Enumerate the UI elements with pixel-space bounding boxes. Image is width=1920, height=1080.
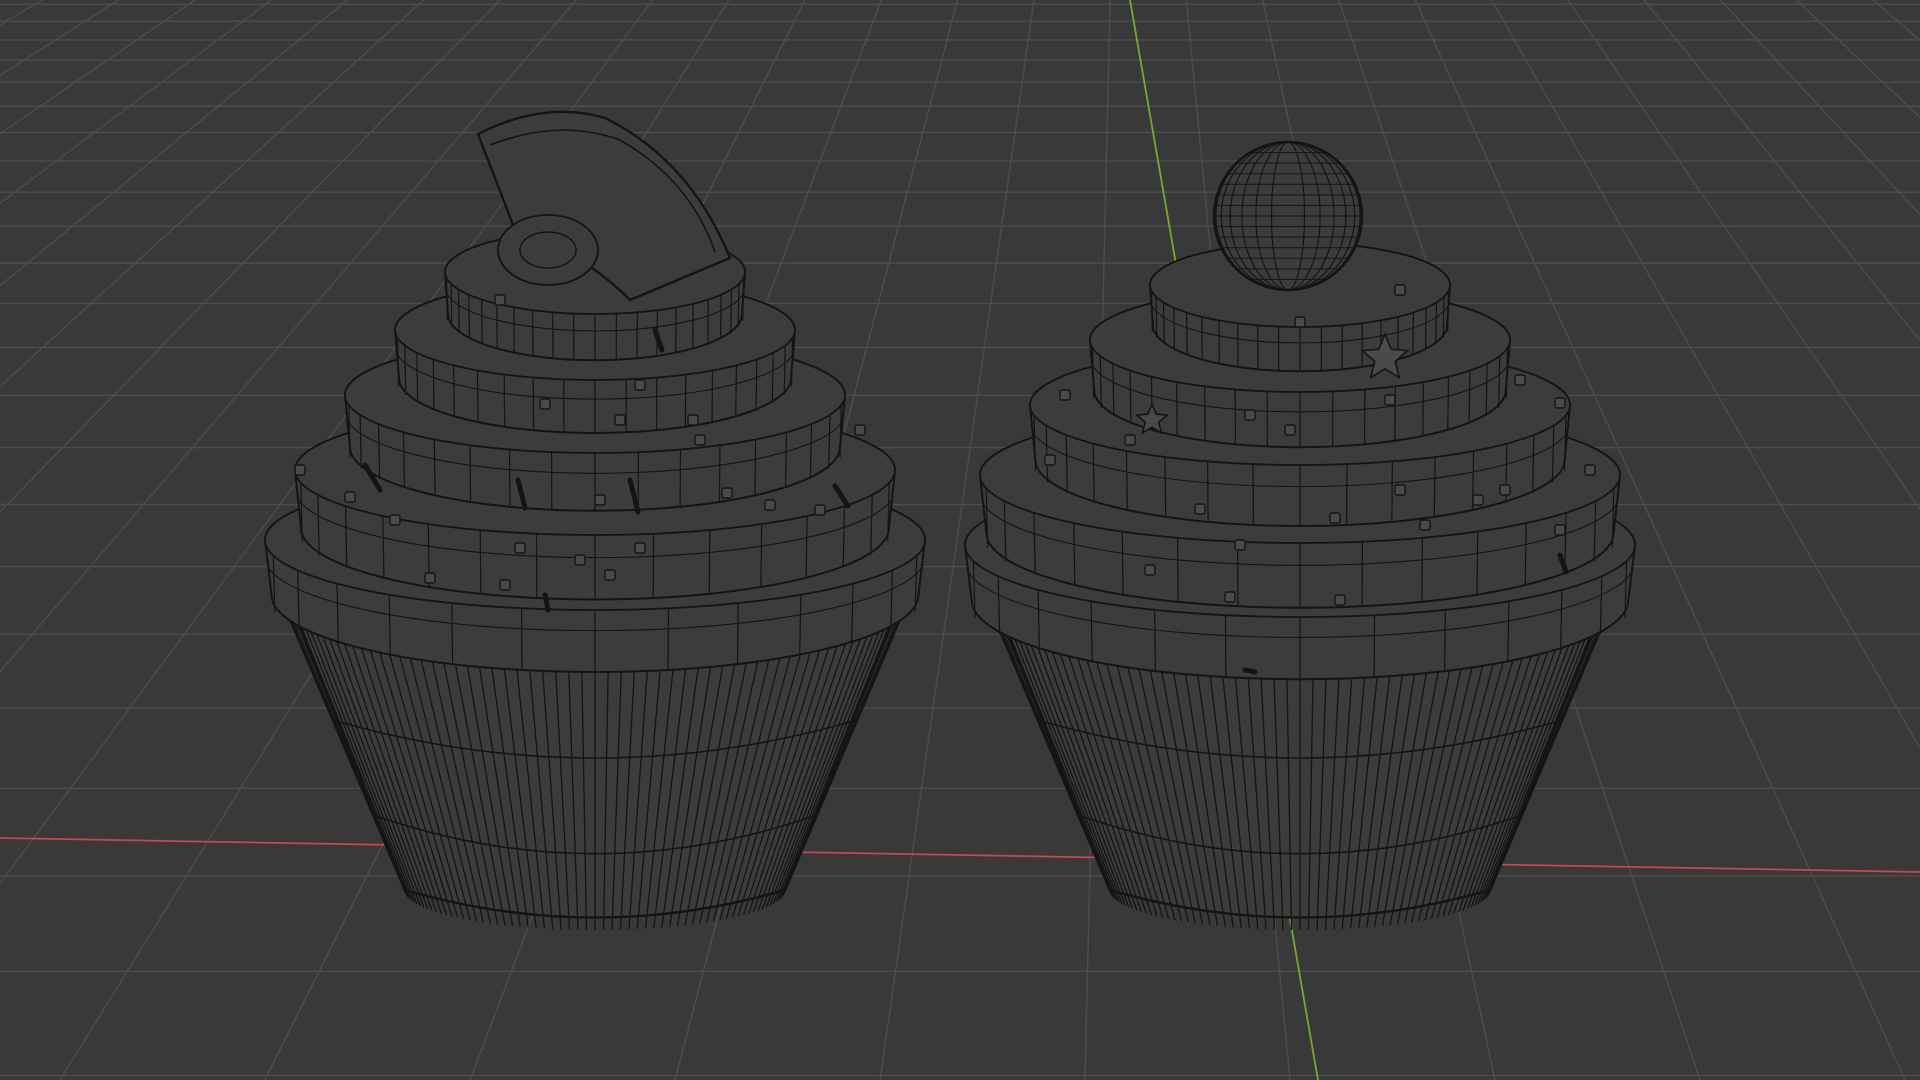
frosting-edge [1186, 312, 1188, 356]
frosting-edge [1447, 290, 1450, 332]
frosting-swirl-tip [497, 214, 599, 286]
frosting-edge [1433, 456, 1436, 518]
sprinkle [1144, 564, 1156, 576]
frosting-edge [432, 359, 435, 411]
sprinkle [764, 499, 776, 511]
frosting-edge [735, 365, 738, 417]
frosting-edge [476, 370, 479, 423]
sprinkle [854, 424, 866, 436]
sprinkle [594, 494, 606, 506]
sprinkle [1499, 484, 1511, 496]
sprinkle [634, 379, 646, 391]
frosting-edge [1162, 302, 1165, 345]
frosting-edge [711, 370, 714, 423]
frosting-edge [1155, 296, 1158, 339]
frosting-edge [1173, 307, 1176, 350]
sprinkle [499, 579, 511, 591]
sprinkle [574, 554, 586, 566]
frosting-edge [1176, 537, 1179, 603]
sprinkle [1329, 512, 1341, 524]
frosting-edge [481, 299, 483, 345]
frosting-edge [755, 359, 758, 411]
frosting-edge [457, 289, 460, 334]
frosting-edge [760, 524, 763, 588]
sprinkle-rod [542, 592, 551, 613]
sprinkle [604, 569, 616, 581]
sphere-topper [1212, 140, 1364, 292]
frosting-edge [451, 603, 454, 665]
sprinkle [389, 514, 401, 526]
frosting-edge [737, 283, 740, 328]
sprinkle [344, 491, 356, 503]
frosting-edge [708, 530, 711, 595]
sprinkle [1472, 494, 1484, 506]
sprinkle [1234, 539, 1246, 551]
sprinkle [1419, 519, 1431, 531]
frosting-edge [719, 294, 722, 339]
sprinkle [634, 542, 646, 554]
frosting-edge [1129, 370, 1132, 424]
sprinkle [1394, 284, 1406, 296]
frosting-edge [479, 530, 482, 595]
sprinkle [1584, 464, 1596, 476]
sprinkle [687, 414, 699, 426]
frosting-edge [433, 439, 436, 496]
sprinkle [814, 504, 826, 516]
sprinkle [1384, 394, 1396, 406]
sprinkle [1554, 397, 1566, 409]
sprinkle [514, 542, 526, 554]
frosting-edge [468, 294, 471, 339]
frosting-edge [452, 365, 455, 417]
frosting-edge [445, 277, 448, 321]
frosting-edge [1468, 370, 1471, 424]
sprinkle [694, 434, 706, 446]
sprinkle [539, 398, 551, 410]
frosting-edge [730, 289, 733, 334]
frosting-edge [1442, 296, 1445, 339]
sprinkle [294, 464, 306, 476]
frosting-edge [1435, 302, 1438, 345]
sprinkle [1194, 503, 1206, 515]
frosting-edge [707, 299, 709, 345]
frosting-edge [1175, 382, 1178, 437]
sprinkle [424, 572, 436, 584]
frosting-edge [450, 283, 453, 328]
frosting-edge [1150, 290, 1153, 332]
sprinkle [494, 294, 506, 306]
3d-viewport[interactable] [0, 0, 1920, 1080]
frosting-edge [1422, 382, 1425, 437]
frosting-edge [1421, 537, 1424, 603]
frosting-edge [742, 277, 745, 321]
sprinkle-rod [1242, 667, 1258, 675]
sprinkle [1554, 524, 1566, 536]
frosting-edge [1424, 307, 1427, 350]
frosting-edge [1154, 609, 1156, 672]
sprinkle [1294, 316, 1306, 328]
frosting-edge [1447, 376, 1450, 431]
sprinkle [1044, 454, 1056, 466]
sprinkle [1059, 389, 1071, 401]
frosting-edge [1412, 312, 1414, 356]
frosting-edge [736, 603, 739, 665]
sprinkle [1124, 434, 1136, 446]
sprinkle [1284, 424, 1296, 436]
frosting-edge [1164, 456, 1167, 518]
sprinkle [1394, 484, 1406, 496]
sprinkle [1244, 409, 1256, 421]
frosting-edge [718, 445, 721, 503]
sprinkle [721, 487, 733, 499]
sprinkle [614, 414, 626, 426]
sprinkle [1224, 591, 1236, 603]
frosting-edge [1444, 609, 1446, 672]
frosting-edge [754, 439, 757, 496]
frosting-edge [469, 445, 472, 503]
sprinkle [1514, 374, 1526, 386]
sprinkle [1334, 594, 1346, 606]
